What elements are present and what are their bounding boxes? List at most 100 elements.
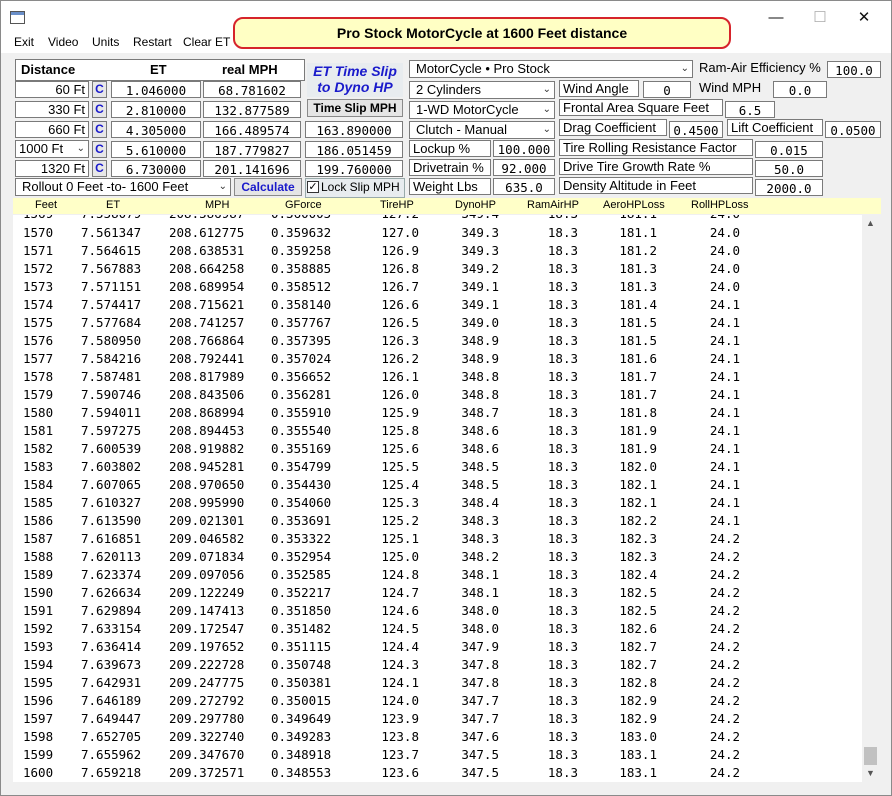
results-table[interactable]: 1569 7.558079 208.586987 0.360005 127.2 349.4… bbox=[13, 215, 862, 782]
scroll-thumb[interactable] bbox=[864, 747, 877, 765]
tire-growth-field[interactable]: 50.0 bbox=[755, 160, 823, 177]
frontal-area-field[interactable]: 6.5 bbox=[725, 101, 775, 118]
drag-field[interactable]: 0.4500 bbox=[669, 121, 723, 138]
cell-tirehp: 124.0 bbox=[381, 693, 419, 708]
slip-mph-1[interactable]: 163.890000 bbox=[305, 121, 403, 138]
cell-feet: 1573 bbox=[23, 279, 54, 294]
drive-dropdown[interactable]: 1-WD MotorCycle ⌄ bbox=[409, 101, 555, 119]
cell-tirehp: 126.9 bbox=[381, 243, 419, 258]
wind-mph-field[interactable]: 0.0 bbox=[773, 81, 827, 98]
distance-1000-dropdown[interactable]: 1000 Ft ⌄ bbox=[15, 140, 89, 158]
mph-330-field[interactable]: 132.877589 bbox=[203, 101, 301, 118]
cell-tirehp: 126.2 bbox=[381, 351, 419, 366]
menu-exit[interactable]: Exit bbox=[14, 35, 34, 49]
scroll-up-icon[interactable]: ▲ bbox=[862, 215, 879, 232]
cell-gforce: 0.354060 bbox=[271, 495, 332, 510]
mph-1000-field[interactable]: 187.779827 bbox=[203, 141, 301, 158]
rollout-dropdown[interactable]: Rollout 0 Feet -to- 1600 Feet ⌄ bbox=[15, 178, 231, 196]
cell-dynohp: 347.7 bbox=[461, 711, 499, 726]
clear-60-button[interactable]: C bbox=[92, 81, 107, 98]
slip-mph-3[interactable]: 199.760000 bbox=[305, 160, 403, 177]
et-660-field[interactable]: 4.305000 bbox=[111, 121, 201, 138]
drivetrain-field[interactable]: 92.000 bbox=[493, 159, 555, 176]
cell-tirehp: 123.9 bbox=[381, 711, 419, 726]
cell-dynohp: 348.3 bbox=[461, 531, 499, 546]
maximize-button[interactable]: ☐ bbox=[797, 1, 843, 33]
clear-330-button[interactable]: C bbox=[92, 101, 107, 118]
cell-feet: 1577 bbox=[23, 351, 54, 366]
cell-ramairhp: 18.3 bbox=[547, 549, 578, 564]
vertical-scrollbar[interactable]: ▲ ▼ bbox=[862, 215, 879, 782]
cell-rollhploss: 24.1 bbox=[709, 333, 740, 348]
vehicle-class-dropdown[interactable]: MotorCycle • Pro Stock ⌄ bbox=[409, 60, 693, 78]
menu-units[interactable]: Units bbox=[92, 35, 119, 49]
menu-clear-et[interactable]: Clear ET bbox=[183, 35, 230, 49]
menu-restart[interactable]: Restart bbox=[133, 35, 172, 49]
cell-et: 7.649447 bbox=[81, 711, 142, 726]
clutch-dropdown[interactable]: Clutch - Manual ⌄ bbox=[409, 121, 555, 139]
cylinders-dropdown[interactable]: 2 Cylinders ⌄ bbox=[409, 81, 555, 99]
cell-dynohp: 348.8 bbox=[461, 369, 499, 384]
cell-et: 7.633154 bbox=[81, 621, 142, 636]
cell-mph: 208.945281 bbox=[169, 459, 245, 474]
et-330-field[interactable]: 2.810000 bbox=[111, 101, 201, 118]
clear-1320-button[interactable]: C bbox=[92, 160, 107, 177]
cell-gforce: 0.360005 bbox=[271, 215, 351, 221]
table-row: 1576 7.580950 208.766864 0.357395 126.3 348.9… bbox=[13, 332, 862, 350]
chevron-down-icon: ⌄ bbox=[76, 143, 85, 154]
rollout-value: Rollout 0 Feet -to- 1600 Feet bbox=[22, 179, 189, 194]
cell-et: 7.577684 bbox=[81, 315, 142, 330]
cell-aerohploss: 181.2 bbox=[619, 243, 657, 258]
cell-dynohp: 348.6 bbox=[461, 441, 499, 456]
et-1320-field[interactable]: 6.730000 bbox=[111, 160, 201, 177]
cell-ramairhp: 18.3 bbox=[547, 333, 578, 348]
menu-video[interactable]: Video bbox=[48, 35, 78, 49]
table-row: 1578 7.587481 208.817989 0.356652 126.1 348.8… bbox=[13, 368, 862, 386]
cell-dynohp: 349.0 bbox=[461, 315, 499, 330]
slip-mph-2[interactable]: 186.051459 bbox=[305, 141, 403, 158]
cell-rollhploss: 24.2 bbox=[709, 657, 740, 672]
mph-660-field[interactable]: 166.489574 bbox=[203, 121, 301, 138]
clear-1000-button[interactable]: C bbox=[92, 141, 107, 158]
cell-aerohploss: 183.1 bbox=[619, 747, 657, 762]
lock-slip-checkbox[interactable]: ✓ bbox=[307, 181, 319, 193]
cell-tirehp: 124.5 bbox=[381, 621, 419, 636]
calculate-button[interactable]: Calculate bbox=[234, 178, 302, 196]
tire-growth-label: Drive Tire Growth Rate % bbox=[559, 158, 753, 175]
close-button[interactable]: ✕ bbox=[841, 1, 887, 33]
cell-gforce: 0.350748 bbox=[271, 657, 332, 672]
cell-feet: 1585 bbox=[23, 495, 54, 510]
lift-field[interactable]: 0.0500 bbox=[825, 121, 881, 138]
cell-aerohploss: 182.2 bbox=[619, 513, 657, 528]
mph-1320-field[interactable]: 201.141696 bbox=[203, 160, 301, 177]
ram-air-field[interactable]: 100.0 bbox=[827, 61, 881, 78]
cell-ramairhp: 18.3 bbox=[547, 567, 578, 582]
et-60-field[interactable]: 1.046000 bbox=[111, 81, 201, 98]
lockup-field[interactable]: 100.000 bbox=[493, 140, 555, 157]
weight-field[interactable]: 635.0 bbox=[493, 178, 555, 195]
cell-ramairhp: 18.3 bbox=[547, 423, 578, 438]
cell-tirehp: 125.9 bbox=[381, 405, 419, 420]
clear-660-button[interactable]: C bbox=[92, 121, 107, 138]
cell-aerohploss: 181.1 bbox=[619, 225, 657, 240]
density-altitude-field[interactable]: 2000.0 bbox=[755, 179, 823, 196]
cell-gforce: 0.349283 bbox=[271, 729, 332, 744]
mph-60-field[interactable]: 68.781602 bbox=[203, 81, 301, 98]
wind-angle-field[interactable]: 0 bbox=[643, 81, 691, 98]
rolling-resistance-field[interactable]: 0.015 bbox=[755, 141, 823, 158]
minimize-button[interactable]: — bbox=[753, 1, 799, 33]
cell-feet: 1584 bbox=[23, 477, 54, 492]
cell-dynohp: 348.2 bbox=[461, 549, 499, 564]
cell-feet: 1570 bbox=[23, 225, 54, 240]
col-feet: Feet bbox=[35, 199, 58, 211]
scroll-down-icon[interactable]: ▼ bbox=[862, 765, 879, 782]
cell-mph: 209.222728 bbox=[169, 657, 245, 672]
cell-aerohploss: 182.9 bbox=[619, 711, 657, 726]
table-row: 1584 7.607065 208.970650 0.354430 125.4 348.5… bbox=[13, 476, 862, 494]
et-1000-field[interactable]: 5.610000 bbox=[111, 141, 201, 158]
table-row: 1588 7.620113 209.071834 0.352954 125.0 348.2… bbox=[13, 548, 862, 566]
time-slip-mph-button[interactable]: Time Slip MPH bbox=[307, 99, 403, 117]
cell-et: 7.610327 bbox=[81, 495, 142, 510]
cell-ramairhp: 18.3 bbox=[547, 441, 578, 456]
cell-rollhploss: 24.2 bbox=[709, 639, 740, 654]
